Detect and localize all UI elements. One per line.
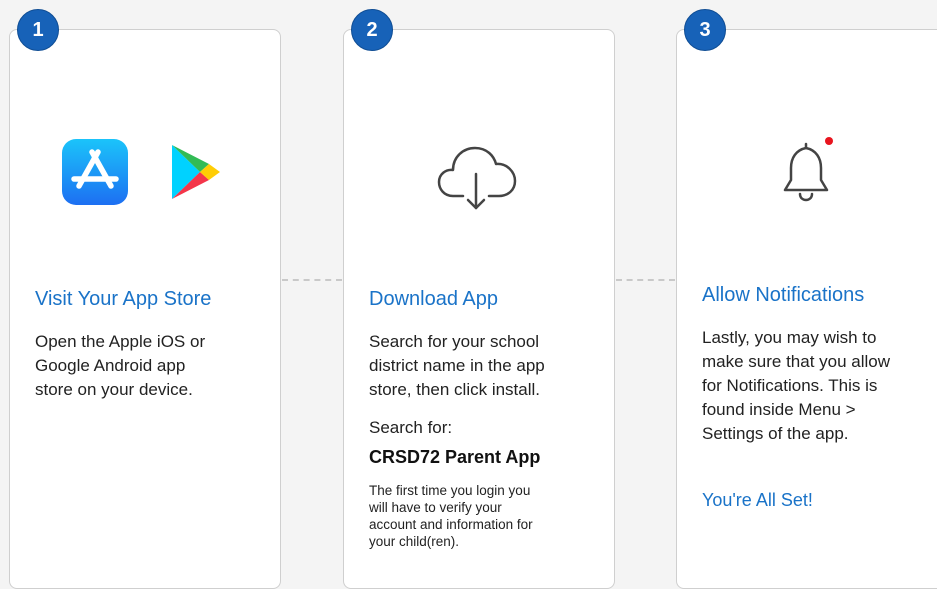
step-description: Open the Apple iOS or Google Android app… (35, 332, 206, 399)
step-title: Visit Your App Store (35, 288, 212, 310)
notification-dot-icon (825, 137, 833, 145)
bell-icon (779, 134, 839, 206)
step-title: Allow Notifications (702, 284, 865, 306)
step-title: Download App (369, 288, 498, 310)
step-card-visit-app-store: 1 Visit Your App Store Open the Apple iO… (9, 9, 281, 589)
cloud-download-icon (437, 142, 519, 214)
step-number-badge: 1 (17, 9, 59, 51)
login-note: The first time you login you will have t… (369, 483, 533, 549)
completion-message: You're All Set! (702, 490, 813, 510)
step-card-allow-notifications: 3 Allow Notifications Lastly, you may wi… (676, 9, 937, 589)
step-connector (616, 279, 675, 281)
google-play-icon (170, 143, 222, 201)
step-number-badge: 2 (351, 9, 393, 51)
step-card-download-app: 2 Download App Search for your school di… (343, 9, 615, 589)
app-store-icon (62, 139, 128, 205)
step-number-badge: 3 (684, 9, 726, 51)
app-name: CRSD72 Parent App (369, 447, 541, 467)
step-connector (282, 279, 342, 281)
step-description: Search for your school district name in … (369, 332, 545, 399)
step-description: Lastly, you may wish to make sure that y… (702, 328, 891, 443)
search-label: Search for: (369, 418, 453, 437)
